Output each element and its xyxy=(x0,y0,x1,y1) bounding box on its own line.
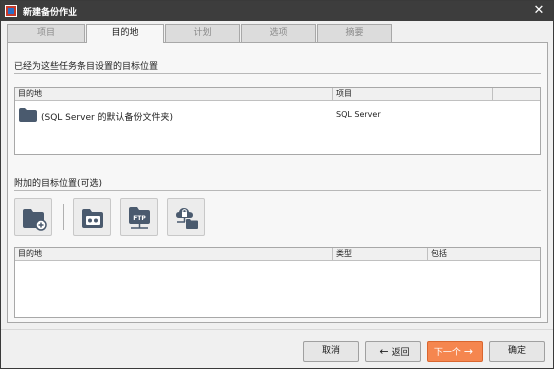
footer-divider xyxy=(1,329,553,330)
add-local-folder-icon xyxy=(23,209,47,231)
cancel-button[interactable]: 取消 xyxy=(303,341,359,362)
column-header-include[interactable]: 包括 xyxy=(428,248,540,261)
app-icon xyxy=(5,5,17,17)
next-button-label: 下一个 xyxy=(433,348,461,358)
svg-text:FTP: FTP xyxy=(133,215,146,222)
tab-schedule[interactable]: 计划 xyxy=(165,24,240,42)
add-cloud-storage-button[interactable] xyxy=(167,198,205,236)
table-header: 目的地 项目 xyxy=(15,88,540,101)
column-header-type[interactable]: 类型 xyxy=(333,248,428,261)
back-button-label: 返回 xyxy=(391,348,410,358)
window-title: 新建备份作业 xyxy=(23,8,78,18)
column-header-item[interactable]: 项目 xyxy=(333,88,493,101)
tab-options[interactable]: 选项 xyxy=(241,24,316,42)
column-header-spacer xyxy=(493,88,540,101)
section-divider xyxy=(14,73,541,74)
back-button[interactable]: ← 返回 xyxy=(365,341,421,362)
add-tape-drive-icon xyxy=(82,209,103,228)
next-button[interactable]: 下一个 → xyxy=(427,341,483,362)
tab-summary[interactable]: 摘要 xyxy=(317,24,392,42)
add-ftp-folder-button[interactable]: FTP xyxy=(120,198,158,236)
column-header-destination[interactable]: 目的地 xyxy=(15,248,333,261)
tab-destination[interactable]: 目的地 xyxy=(86,24,164,43)
tab-items[interactable]: 项目 xyxy=(7,24,85,42)
arrow-left-icon: ← xyxy=(379,345,389,358)
table-row[interactable]: (SQL Server 的默认备份文件夹) SQL Server xyxy=(15,104,540,126)
toolbar-separator xyxy=(63,204,64,230)
item-cell: SQL Server xyxy=(336,110,381,119)
backup-job-dialog: 新建备份作业 ✕ 项目 目的地 计划 选项 摘要 已经为这些任务条目设置的目标位… xyxy=(0,0,554,369)
assigned-section-title: 已经为这些任务条目设置的目标位置 xyxy=(14,62,159,72)
section-divider xyxy=(14,190,541,191)
destination-panel: 已经为这些任务条目设置的目标位置 目的地 项目 (SQL Server 的默认备… xyxy=(7,42,548,323)
column-header-destination[interactable]: 目的地 xyxy=(15,88,333,101)
add-cloud-storage-icon xyxy=(176,208,198,229)
additional-destinations-table: 目的地 类型 包括 xyxy=(14,247,541,318)
add-local-folder-button[interactable] xyxy=(14,198,52,236)
table-header: 目的地 类型 包括 xyxy=(15,248,540,261)
folder-icon xyxy=(19,108,37,122)
add-tape-drive-button[interactable] xyxy=(73,198,111,236)
assigned-destinations-table: 目的地 项目 (SQL Server 的默认备份文件夹) SQL Server xyxy=(14,87,541,155)
destination-cell: (SQL Server 的默认备份文件夹) xyxy=(41,113,174,123)
title-bar: 新建备份作业 ✕ xyxy=(1,1,553,21)
add-ftp-folder-icon: FTP xyxy=(129,207,150,229)
additional-section-title: 附加的目标位置(可选) xyxy=(14,179,103,189)
ok-button[interactable]: 确定 xyxy=(489,341,545,362)
arrow-right-icon: → xyxy=(463,345,474,358)
close-button[interactable]: ✕ xyxy=(531,3,547,18)
